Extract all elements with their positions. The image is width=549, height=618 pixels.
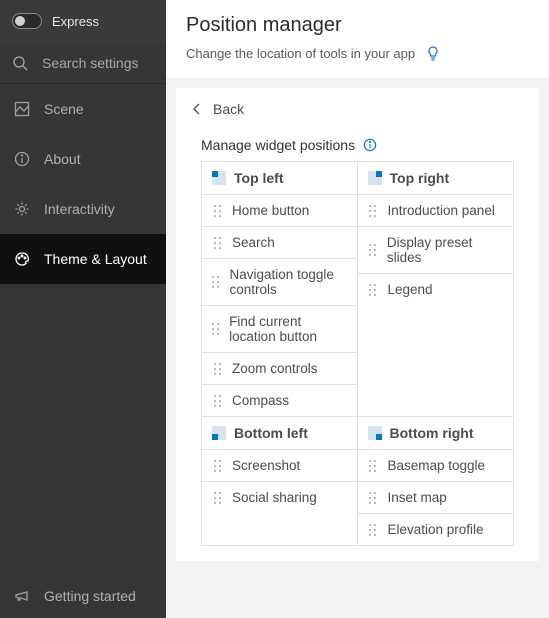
drag-handle-icon[interactable]	[368, 243, 377, 257]
widget-label: Display preset slides	[387, 235, 503, 265]
widget-row[interactable]: Elevation profile	[358, 513, 514, 545]
sidebar-item-label: Getting started	[44, 588, 136, 604]
lightbulb-icon[interactable]	[425, 45, 441, 61]
drag-handle-icon[interactable]	[212, 459, 222, 473]
widget-row[interactable]: Display preset slides	[358, 226, 514, 273]
widget-label: Search	[232, 235, 275, 250]
back-label: Back	[213, 101, 244, 117]
sidebar-item-interactivity[interactable]: Interactivity	[0, 184, 166, 234]
drag-handle-icon[interactable]	[368, 283, 378, 297]
sidebar-item-label: Scene	[44, 101, 84, 117]
express-toggle[interactable]	[12, 13, 42, 29]
widget-row[interactable]: Screenshot	[202, 449, 357, 481]
drag-handle-icon[interactable]	[212, 394, 222, 408]
widget-row[interactable]: Legend	[358, 273, 514, 305]
widget-row[interactable]: Inset map	[358, 481, 514, 513]
drag-handle-icon[interactable]	[212, 236, 222, 250]
quad-bottom-left: Bottom left Screenshot Social sharing	[202, 416, 358, 545]
section-title: Manage widget positions	[201, 137, 355, 153]
widget-label: Compass	[232, 393, 289, 408]
drag-handle-icon[interactable]	[212, 275, 220, 289]
widget-label: Legend	[388, 282, 433, 297]
search-placeholder: Search settings	[42, 55, 139, 71]
sidebar-footer: Getting started	[0, 574, 166, 618]
section-title-row: Manage widget positions	[177, 129, 538, 161]
drag-handle-icon[interactable]	[212, 322, 219, 336]
quad-header-top-right: Top right	[358, 161, 514, 194]
widget-label: Inset map	[388, 490, 447, 505]
drag-handle-icon[interactable]	[368, 491, 378, 505]
drag-handle-icon[interactable]	[212, 362, 222, 376]
widget-label: Basemap toggle	[388, 458, 486, 473]
sidebar: Express Search settings Scene About Inte…	[0, 0, 166, 618]
quad-top-right: Top right Introduction panel Display pre…	[358, 161, 514, 416]
palette-icon	[14, 251, 30, 267]
quad-bottom-right: Bottom right Basemap toggle Inset map El…	[358, 416, 514, 545]
widget-label: Introduction panel	[388, 203, 495, 218]
gear-icon	[14, 201, 30, 217]
panel: Back Manage widget positions Top left	[176, 88, 539, 561]
express-label: Express	[52, 14, 99, 29]
widget-row[interactable]: Search	[202, 226, 357, 258]
quad-header-bottom-left: Bottom left	[202, 416, 357, 449]
widget-row[interactable]: Home button	[202, 194, 357, 226]
sidebar-item-getting-started[interactable]: Getting started	[0, 574, 166, 618]
widget-label: Screenshot	[232, 458, 300, 473]
main: Position manager Change the location of …	[166, 0, 549, 618]
page-subtitle: Change the location of tools in your app	[186, 46, 415, 61]
quad-header-bottom-right: Bottom right	[358, 416, 514, 449]
widget-row[interactable]: Basemap toggle	[358, 449, 514, 481]
drag-handle-icon[interactable]	[368, 523, 378, 537]
widget-label: Social sharing	[232, 490, 317, 505]
widget-label: Navigation toggle controls	[230, 267, 347, 297]
widget-label: Home button	[232, 203, 309, 218]
quad-title: Top right	[390, 170, 450, 186]
drag-handle-icon[interactable]	[212, 491, 222, 505]
megaphone-icon	[14, 588, 30, 604]
sidebar-item-about[interactable]: About	[0, 134, 166, 184]
chevron-left-icon	[189, 101, 205, 117]
widget-row[interactable]: Introduction panel	[358, 194, 514, 226]
sidebar-nav: Scene About Interactivity Theme & Layout	[0, 84, 166, 284]
drag-handle-icon[interactable]	[368, 204, 378, 218]
scene-icon	[14, 101, 30, 117]
quad-header-top-left: Top left	[202, 161, 357, 194]
express-toggle-row: Express	[0, 0, 166, 42]
widget-label: Elevation profile	[388, 522, 484, 537]
corner-top-right-icon	[368, 171, 382, 185]
corner-top-left-icon	[212, 171, 226, 185]
quad-title: Bottom right	[390, 425, 474, 441]
widget-row[interactable]: Zoom controls	[202, 352, 357, 384]
page-title: Position manager	[186, 14, 529, 37]
quad-top-left: Top left Home button Search Navigation t…	[202, 161, 358, 416]
quad-title: Top left	[234, 170, 284, 186]
sidebar-item-scene[interactable]: Scene	[0, 84, 166, 134]
widget-row[interactable]: Find current location button	[202, 305, 357, 352]
header: Position manager Change the location of …	[166, 0, 549, 78]
widget-row[interactable]: Social sharing	[202, 481, 357, 513]
drag-handle-icon[interactable]	[212, 204, 222, 218]
help-icon[interactable]	[363, 138, 377, 152]
sidebar-item-label: About	[44, 151, 81, 167]
corner-bottom-right-icon	[368, 426, 382, 440]
sidebar-item-theme-layout[interactable]: Theme & Layout	[0, 234, 166, 284]
quad-title: Bottom left	[234, 425, 308, 441]
panel-wrap: Back Manage widget positions Top left	[166, 78, 549, 618]
widget-label: Zoom controls	[232, 361, 318, 376]
search-settings[interactable]: Search settings	[0, 42, 166, 84]
position-grid: Top left Home button Search Navigation t…	[201, 161, 514, 546]
info-icon	[14, 151, 30, 167]
widget-row[interactable]: Navigation toggle controls	[202, 258, 357, 305]
drag-handle-icon[interactable]	[368, 459, 378, 473]
sidebar-item-label: Theme & Layout	[44, 251, 147, 267]
widget-label: Find current location button	[229, 314, 346, 344]
search-icon	[12, 55, 28, 71]
widget-row[interactable]: Compass	[202, 384, 357, 416]
sidebar-item-label: Interactivity	[44, 201, 115, 217]
back-button[interactable]: Back	[177, 89, 538, 129]
corner-bottom-left-icon	[212, 426, 226, 440]
